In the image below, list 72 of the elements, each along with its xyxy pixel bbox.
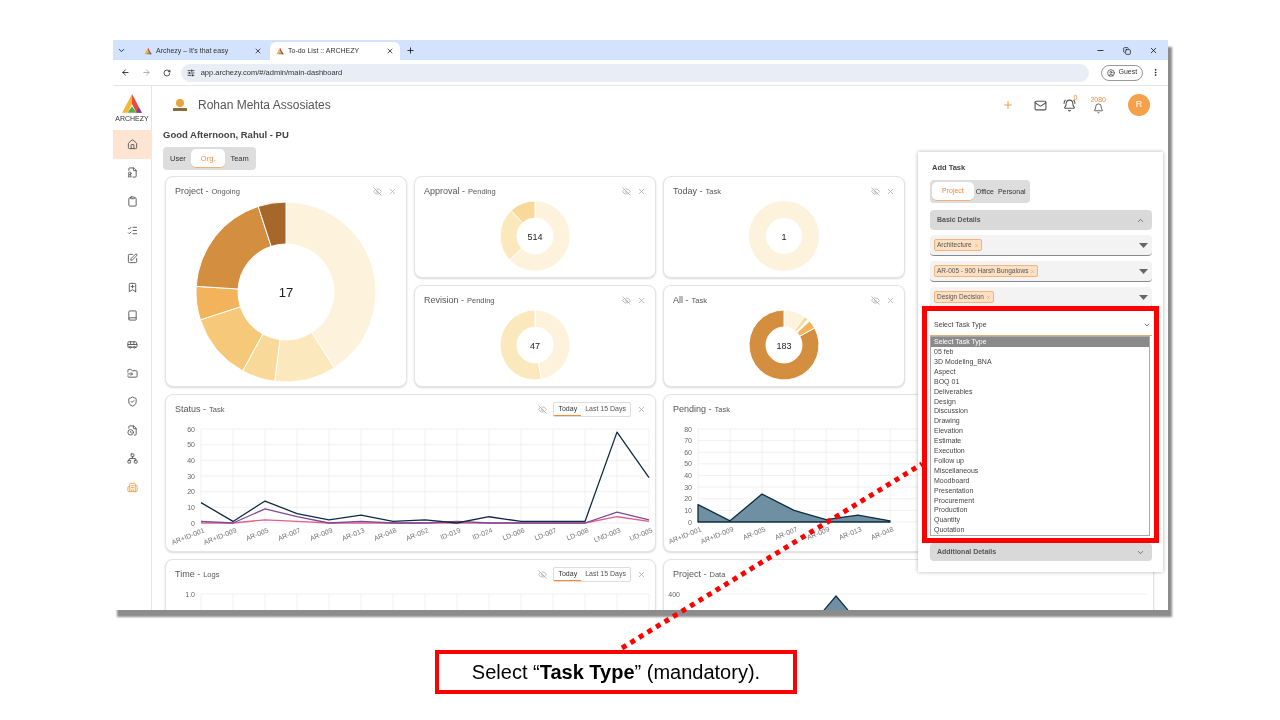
card-title: Today -	[673, 184, 703, 198]
dropdown-arrow-icon	[1139, 294, 1148, 300]
folder-icon	[126, 367, 138, 379]
chart-total: 514	[527, 231, 543, 242]
donut-slice	[749, 201, 819, 272]
tab-logo-icon	[144, 47, 152, 55]
hide-icon[interactable]	[538, 569, 548, 579]
book-icon	[126, 310, 138, 322]
close-icon[interactable]	[637, 569, 646, 579]
remove-icon[interactable]	[985, 294, 991, 300]
chart-total: 17	[278, 284, 294, 300]
close-icon[interactable]	[637, 295, 646, 305]
remove-icon[interactable]	[1030, 268, 1036, 274]
building-icon	[126, 481, 138, 493]
card-title: Revision -	[424, 293, 464, 307]
donut-slice	[499, 309, 543, 381]
hide-icon[interactable]	[622, 295, 631, 305]
close-tab-icon[interactable]	[386, 47, 394, 55]
chart-total: 47	[530, 340, 540, 351]
notification-icon[interactable]	[1063, 98, 1077, 112]
close-icon[interactable]	[388, 186, 397, 196]
site-info-icon[interactable]	[186, 68, 195, 77]
document-icon	[126, 167, 138, 179]
chart-total: 1	[781, 231, 787, 242]
close-icon[interactable]	[886, 295, 895, 305]
close-icon[interactable]	[637, 404, 646, 414]
app-logo-icon	[121, 93, 143, 115]
tab-list-icon[interactable]	[117, 46, 126, 55]
company-logo-icon	[172, 98, 188, 112]
card-title: Project -	[175, 184, 209, 198]
hide-icon[interactable]	[871, 295, 880, 305]
close-icon[interactable]	[637, 186, 646, 196]
hide-icon[interactable]	[538, 404, 548, 414]
dropdown-arrow-icon	[1139, 268, 1148, 274]
checklist-icon	[126, 224, 138, 236]
edit-icon	[126, 253, 138, 265]
new-tab-icon[interactable]	[406, 46, 415, 55]
card-title: Status -	[175, 402, 206, 416]
hide-icon[interactable]	[871, 186, 880, 196]
network-icon	[126, 453, 138, 465]
bookmark-icon	[126, 281, 138, 293]
sidebar-item[interactable]	[113, 130, 152, 159]
house-icon	[126, 138, 138, 150]
card-title: Project -	[673, 567, 707, 581]
chart-total: 183	[776, 340, 792, 351]
profile-icon	[1107, 68, 1116, 77]
card-title: Time -	[175, 567, 201, 581]
reload-icon[interactable]	[162, 68, 171, 77]
callout: Select “Task Type” (mandatory).	[435, 650, 797, 694]
hide-icon[interactable]	[622, 186, 631, 196]
file-clock-icon	[126, 424, 138, 436]
close-tab-icon[interactable]	[254, 47, 262, 55]
close-icon[interactable]	[886, 186, 895, 196]
forward-icon[interactable]	[141, 68, 151, 77]
company-name: Rohan Mehta Assosiates	[198, 97, 331, 114]
add-icon[interactable]	[1002, 99, 1015, 111]
clipboard-icon	[126, 196, 138, 207]
restore-icon[interactable]	[1123, 47, 1131, 55]
dropdown-arrow-icon	[1139, 242, 1148, 248]
mail-icon[interactable]	[1034, 98, 1048, 112]
close-window-icon[interactable]	[1149, 46, 1158, 55]
greeting: Good Afternoon, Rahul - PU	[163, 128, 290, 142]
back-icon[interactable]	[121, 68, 130, 77]
card-title: Approval -	[424, 184, 466, 198]
points-icon[interactable]	[1092, 103, 1104, 114]
tab-logo-icon	[276, 47, 284, 55]
bus-icon	[126, 338, 138, 350]
card-title: Pending -	[673, 402, 712, 416]
shield-icon	[126, 396, 138, 408]
remove-icon[interactable]	[973, 242, 979, 248]
hide-icon[interactable]	[373, 186, 382, 196]
card-title: All -	[673, 293, 689, 307]
